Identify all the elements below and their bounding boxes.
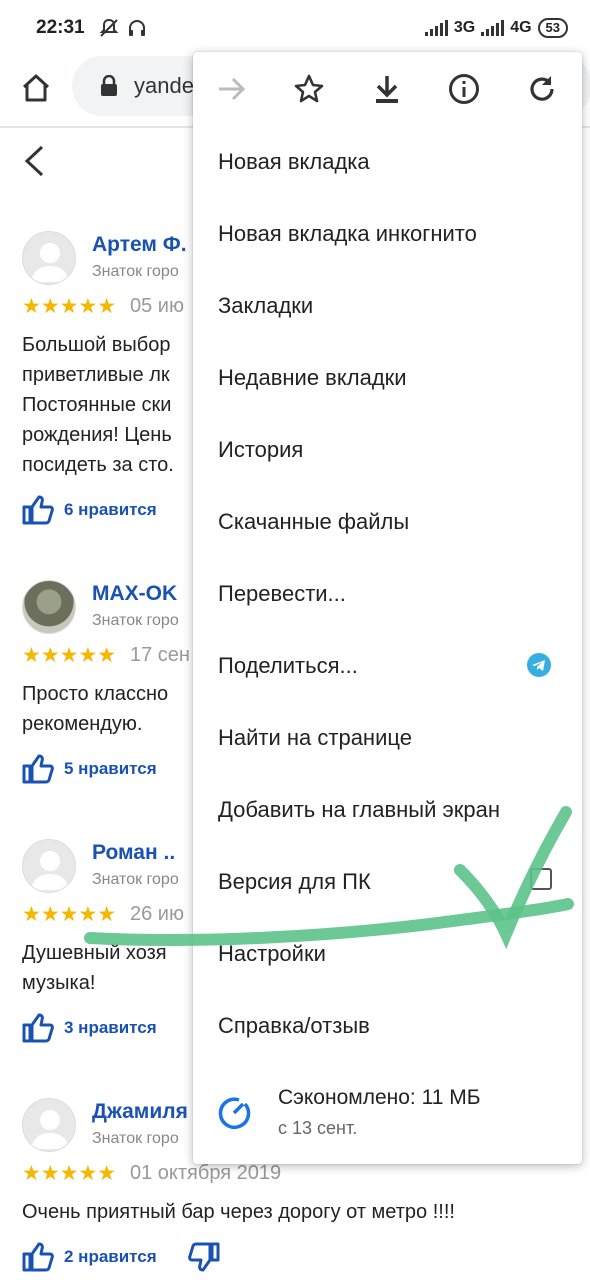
data-saver-amount: Сэкономлено: 11 МБ (278, 1086, 481, 1109)
like-button[interactable]: 3 нравится (22, 1013, 157, 1043)
like-button[interactable]: 5 нравится (22, 754, 157, 784)
status-time: 22:31 (36, 17, 85, 38)
star-rating: ★★★★★ (22, 1162, 117, 1185)
menu-icon-row (193, 52, 582, 126)
status-bar: 22:31 3G 4G 53 (0, 0, 590, 56)
reviewer-rank: Знаток горо (92, 263, 179, 280)
url-text: yande (134, 73, 194, 98)
menu-item-help-feedback[interactable]: Справка/отзыв (193, 990, 582, 1062)
back-arrow-icon[interactable] (22, 144, 46, 178)
network-4g: 4G (510, 19, 532, 36)
download-icon[interactable] (370, 72, 404, 106)
browser-overflow-menu: Новая вкладка Новая вкладка инкогнито За… (193, 52, 582, 1164)
signal-icon-2 (481, 20, 505, 36)
avatar[interactable] (22, 580, 76, 634)
menu-item-history[interactable]: История (193, 414, 582, 486)
star-rating: ★★★★★ (22, 903, 117, 926)
reviewer-name[interactable]: Артем Ф. (92, 233, 187, 257)
avatar[interactable] (22, 1098, 76, 1152)
thumbs-up-icon (22, 1242, 54, 1272)
like-button[interactable]: 6 нравится (22, 495, 157, 525)
reviewer-name[interactable]: Роман .. (92, 841, 175, 865)
review-date: 05 ию (130, 295, 184, 317)
muted-bell-icon (99, 18, 119, 38)
menu-item-share-label: Поделиться... (218, 653, 358, 678)
avatar[interactable] (22, 231, 76, 285)
data-saver-gauge-icon (218, 1097, 251, 1129)
review-date: 01 октября 2019 (130, 1162, 282, 1184)
reviewer-rank: Знаток горо (92, 871, 179, 888)
reviewer-name[interactable]: Джамиля (92, 1100, 188, 1124)
menu-item-desktop-site-label: Версия для ПК (218, 869, 371, 894)
forward-icon[interactable] (215, 72, 249, 106)
star-rating: ★★★★★ (22, 644, 117, 667)
thumbs-up-icon (22, 754, 54, 784)
menu-item-find-in-page[interactable]: Найти на странице (193, 702, 582, 774)
reviewer-name[interactable]: MAX-OK (92, 582, 177, 606)
review-date: 17 сен (130, 644, 190, 666)
reload-icon[interactable] (525, 72, 559, 106)
review-text: Очень приятный бар через дорогу от метро… (22, 1201, 455, 1223)
info-icon[interactable] (447, 72, 481, 106)
reviewer-rank: Знаток горо (92, 612, 179, 629)
review-date: 26 ию (130, 903, 184, 925)
bookmark-star-icon[interactable] (292, 72, 326, 106)
menu-item-add-to-home[interactable]: Добавить на главный экран (193, 774, 582, 846)
telegram-icon[interactable] (526, 652, 552, 684)
thumbs-up-icon (22, 1013, 54, 1043)
menu-item-recent-tabs[interactable]: Недавние вкладки (193, 342, 582, 414)
data-saver-summary[interactable]: Сэкономлено: 11 МБ с 13 сент. (193, 1080, 582, 1146)
battery-indicator: 53 (537, 18, 568, 38)
menu-item-new-tab[interactable]: Новая вкладка (193, 126, 582, 198)
menu-item-share[interactable]: Поделиться... (193, 630, 582, 702)
desktop-site-checkbox[interactable] (530, 868, 552, 890)
menu-item-desktop-site[interactable]: Версия для ПК (193, 846, 582, 918)
menu-item-bookmarks[interactable]: Закладки (193, 270, 582, 342)
star-rating: ★★★★★ (22, 295, 117, 318)
reviewer-rank: Знаток горо (92, 1130, 179, 1147)
headphones-icon (127, 18, 147, 38)
menu-item-translate[interactable]: Перевести... (193, 558, 582, 630)
like-button[interactable]: 2 нравится (22, 1242, 157, 1272)
signal-icon (424, 20, 448, 36)
thumbs-down-icon[interactable] (188, 1242, 220, 1277)
menu-item-downloads[interactable]: Скачанные файлы (193, 486, 582, 558)
avatar[interactable] (22, 839, 76, 893)
network-3g: 3G (453, 19, 476, 36)
data-saver-since: с 13 сент. (278, 1118, 358, 1138)
home-icon[interactable] (18, 70, 54, 106)
thumbs-up-icon (22, 495, 54, 525)
lock-icon (101, 75, 117, 96)
menu-item-incognito-tab[interactable]: Новая вкладка инкогнито (193, 198, 582, 270)
menu-item-settings[interactable]: Настройки (193, 918, 582, 990)
